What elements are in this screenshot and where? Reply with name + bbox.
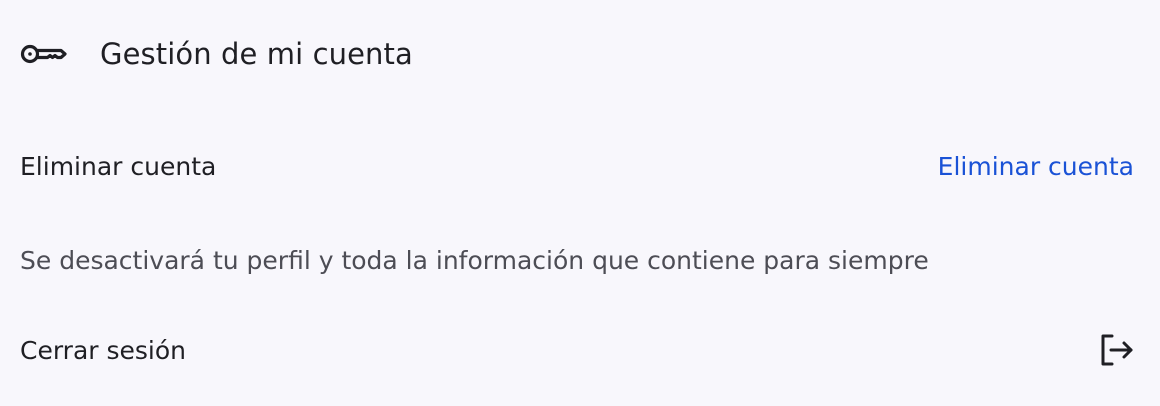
logout-icon[interactable] (1096, 330, 1136, 370)
delete-account-label: Eliminar cuenta (20, 151, 217, 181)
section-header: Gestión de mi cuenta (20, 28, 413, 80)
key-icon (20, 42, 68, 66)
delete-account-description-row: Se desactivará tu perfil y toda la infor… (20, 240, 1134, 280)
section-title: Gestión de mi cuenta (100, 37, 413, 71)
logout-label: Cerrar sesión (20, 335, 187, 365)
logout-row[interactable]: Cerrar sesión (20, 330, 1134, 370)
account-management-panel: Gestión de mi cuenta Eliminar cuenta Eli… (0, 0, 1160, 406)
delete-account-description: Se desactivará tu perfil y toda la infor… (20, 245, 929, 275)
delete-account-link[interactable]: Eliminar cuenta (938, 152, 1134, 181)
delete-account-row: Eliminar cuenta Eliminar cuenta (20, 146, 1134, 186)
